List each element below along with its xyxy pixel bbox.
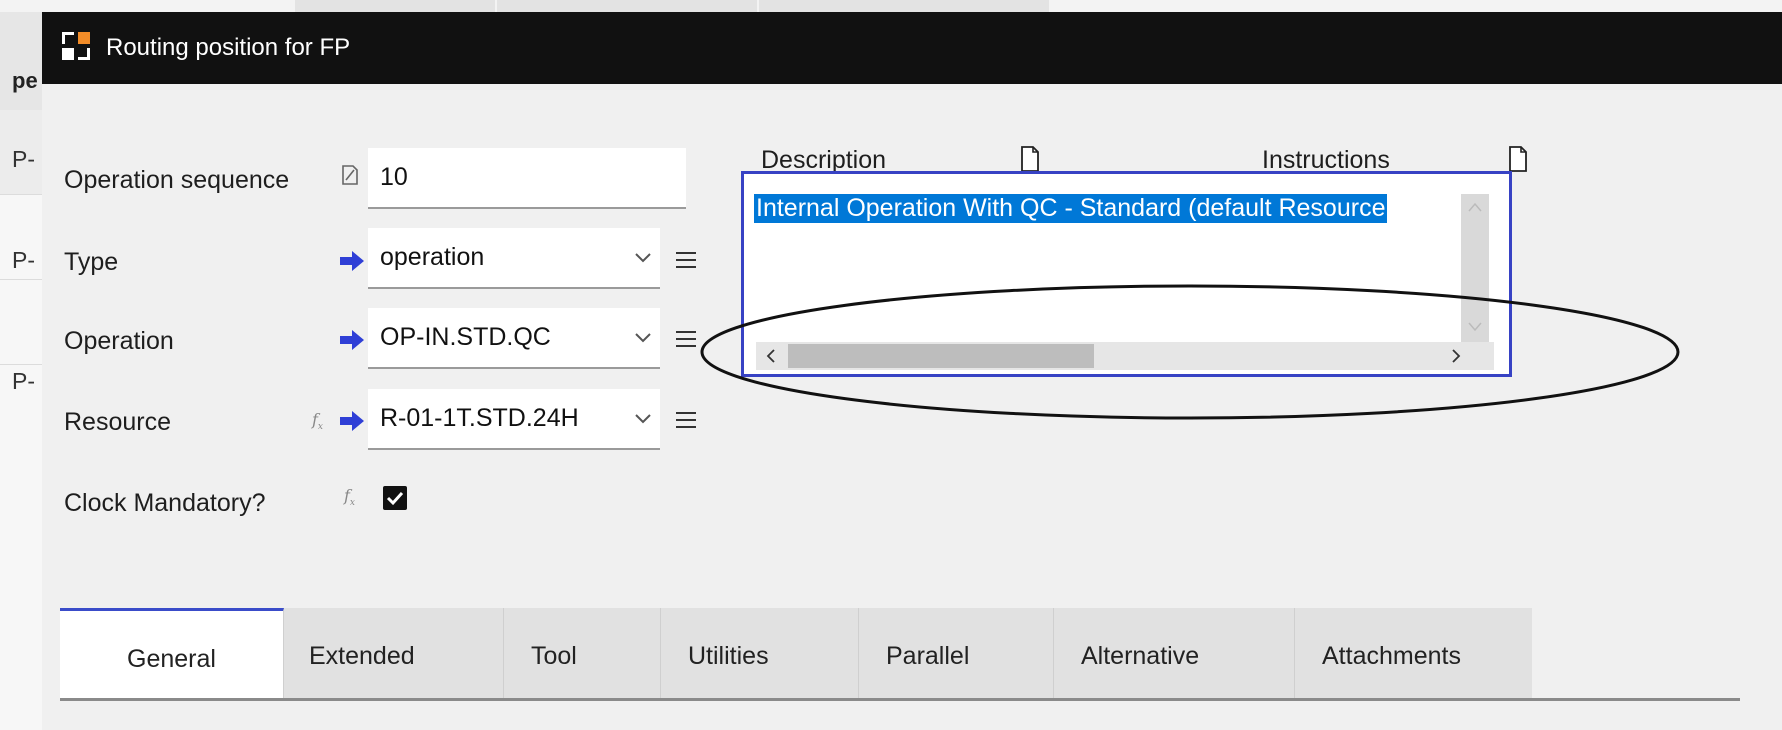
tab-parallel[interactable]: Parallel [859,608,1054,698]
background-cell: P- [12,368,35,394]
tab-label: Parallel [886,642,970,670]
tab-panel-border [60,698,1740,701]
tab-attachments[interactable]: Attachments [1295,608,1531,698]
tab-alternative[interactable]: Alternative [1054,608,1295,698]
background-row[interactable]: P- [0,195,42,280]
operation-label: Operation [64,327,174,355]
resource-label: Resource [64,408,171,436]
annotation-ellipse [700,284,1680,420]
list-lookup-icon[interactable] [674,329,698,349]
tab-utilities[interactable]: Utilities [661,608,859,698]
resource-value: R-01-1T.STD.24H [380,404,579,432]
background-top-strip [0,0,1782,12]
description-selected-text[interactable]: Internal Operation With QC - Standard (d… [754,194,1388,223]
chevron-down-icon [635,253,651,263]
list-lookup-icon[interactable] [674,250,698,270]
document-icon[interactable] [1508,146,1528,172]
tab-label: Alternative [1081,642,1200,670]
scroll-up-icon[interactable] [1468,202,1482,212]
navigate-arrow-icon[interactable] [339,250,365,272]
check-icon [386,491,404,506]
background-cell: P- [12,146,35,172]
tab-bar: General Extended Tool Utilities Parallel… [60,608,1532,698]
tab-label: Extended [309,642,415,670]
background-header-text: pe [12,68,38,93]
tab-label: Utilities [688,642,769,670]
background-row[interactable]: P- [0,110,42,195]
background-cell: P- [12,247,35,273]
type-value: operation [380,243,485,271]
tab-label: General [127,645,216,673]
formula-icon[interactable]: fx [344,486,355,508]
tab-general[interactable]: General [60,608,284,698]
type-select[interactable]: operation [368,228,660,289]
clock-mandatory-checkbox[interactable] [383,486,407,510]
app-logo-icon [62,32,90,60]
navigate-arrow-icon[interactable] [339,410,365,432]
background-table: pe P- P- P- [0,12,43,730]
list-lookup-icon[interactable] [674,410,698,430]
clock-mandatory-label: Clock Mandatory? [64,489,266,517]
background-column [295,0,495,12]
chevron-down-icon [635,414,651,424]
tab-extended[interactable]: Extended [284,608,504,698]
navigate-arrow-icon[interactable] [339,329,365,351]
formula-icon[interactable]: fx [312,410,323,432]
background-column [759,0,1049,12]
chevron-down-icon [635,333,651,343]
background-table-header: pe [0,12,42,110]
operation-sequence-input[interactable]: 10 [368,148,686,209]
operation-value: OP-IN.STD.QC [380,323,551,351]
type-label: Type [64,248,119,276]
title-bar[interactable]: Routing position for FP [42,12,1782,84]
tab-label: Attachments [1322,642,1461,670]
background-column [497,0,757,12]
background-row[interactable]: P- [0,280,42,394]
window-title: Routing position for FP [106,34,351,61]
operation-sequence-value: 10 [380,163,408,191]
tab-tool[interactable]: Tool [504,608,661,698]
resource-select[interactable]: R-01-1T.STD.24H [368,389,660,450]
edit-sequence-icon[interactable] [340,164,360,186]
document-icon[interactable] [1020,146,1040,172]
operation-sequence-label: Operation sequence [64,166,290,194]
operation-select[interactable]: OP-IN.STD.QC [368,308,660,369]
